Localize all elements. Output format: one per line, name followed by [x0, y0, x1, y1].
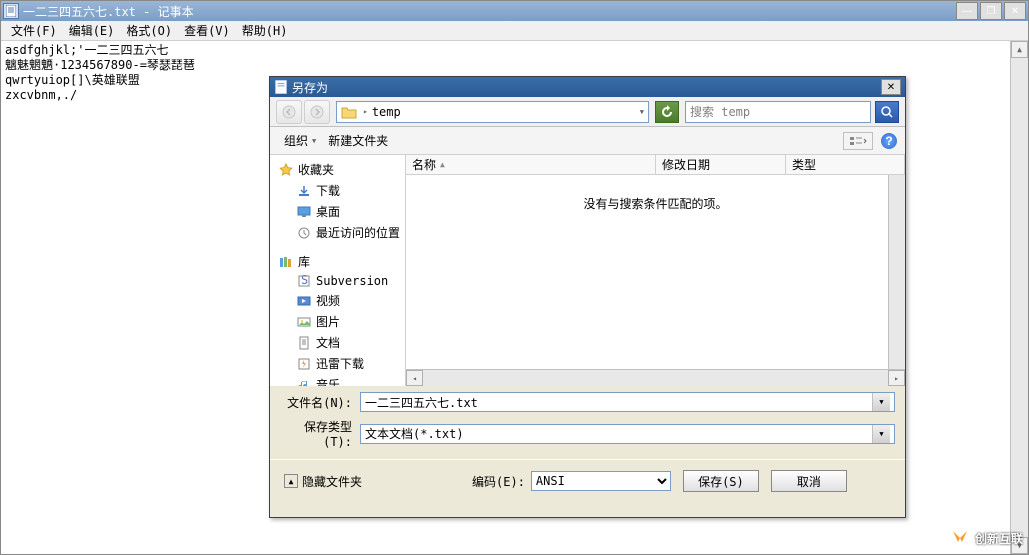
- save-as-dialog: 另存为 ✕ ▸ temp ▼ 搜索 temp 组织▼ 新建文件夹: [269, 76, 906, 518]
- nav-back-button[interactable]: [276, 100, 302, 124]
- dialog-titlebar[interactable]: 另存为 ✕: [270, 77, 905, 97]
- xunlei-icon: [296, 357, 312, 371]
- filename-dropdown-icon[interactable]: ▼: [872, 393, 890, 411]
- nav-forward-button[interactable]: [304, 100, 330, 124]
- dialog-toolbar: 组织▼ 新建文件夹 ?: [270, 127, 905, 155]
- documents-icon: [296, 336, 312, 350]
- watermark-text: 创新互联: [975, 530, 1023, 547]
- address-bar[interactable]: ▸ temp ▼: [336, 101, 649, 123]
- search-button[interactable]: [875, 101, 899, 123]
- star-icon: [278, 163, 294, 177]
- dialog-close-button[interactable]: ✕: [881, 79, 901, 95]
- hscroll-right[interactable]: ▸: [888, 370, 905, 386]
- vertical-scrollbar[interactable]: ▲ ▼: [1010, 41, 1028, 554]
- notepad-icon: [274, 80, 288, 94]
- video-icon: [296, 294, 312, 308]
- library-icon: [278, 255, 294, 269]
- tree-favorites[interactable]: 收藏夹: [270, 159, 405, 180]
- tree-item-downloads[interactable]: 下载: [270, 180, 405, 201]
- tree-library[interactable]: 库: [270, 251, 405, 272]
- hscroll-left[interactable]: ◂: [406, 370, 423, 386]
- view-options-button[interactable]: [843, 132, 873, 150]
- notepad-icon: [3, 3, 19, 19]
- tree-item-desktop[interactable]: 桌面: [270, 201, 405, 222]
- menu-help[interactable]: 帮助(H): [236, 20, 294, 41]
- filetype-select[interactable]: 文本文档(*.txt) ▼: [360, 424, 895, 444]
- maximize-button[interactable]: ❐: [980, 2, 1002, 20]
- tree-item-subversion[interactable]: SSubversion: [270, 272, 405, 290]
- file-list-vscroll[interactable]: [888, 175, 905, 369]
- notepad-title: 一二三四五六七.txt - 记事本: [23, 3, 194, 20]
- encoding-label: 编码(E):: [472, 473, 525, 490]
- download-icon: [296, 184, 312, 198]
- col-name[interactable]: 名称▲: [406, 155, 656, 174]
- notepad-titlebar[interactable]: 一二三四五六七.txt - 记事本 — ❐ ✕: [1, 1, 1028, 21]
- dialog-nav: ▸ temp ▼ 搜索 temp: [270, 97, 905, 127]
- menu-format[interactable]: 格式(O): [120, 20, 178, 41]
- file-list-hscroll[interactable]: ◂ ▸: [406, 369, 905, 386]
- path-text: temp: [372, 105, 401, 119]
- filename-label: 文件名(N):: [280, 394, 360, 411]
- menu-view[interactable]: 查看(V): [178, 20, 236, 41]
- pictures-icon: [296, 315, 312, 329]
- notepad-menubar: 文件(F) 编辑(E) 格式(O) 查看(V) 帮助(H): [1, 21, 1028, 41]
- tree-item-video[interactable]: 视频: [270, 290, 405, 311]
- path-dropdown-icon[interactable]: ▼: [640, 108, 644, 116]
- tree-item-pictures[interactable]: 图片: [270, 311, 405, 332]
- path-sep: ▸: [363, 107, 368, 116]
- organize-button[interactable]: 组织▼: [278, 130, 322, 151]
- subversion-icon: S: [296, 274, 312, 288]
- menu-file[interactable]: 文件(F): [5, 20, 63, 41]
- menu-edit[interactable]: 编辑(E): [63, 20, 121, 41]
- watermark: 创新互联: [949, 527, 1023, 549]
- close-button[interactable]: ✕: [1004, 2, 1026, 20]
- music-icon: [296, 378, 312, 387]
- help-button[interactable]: ?: [881, 133, 897, 149]
- search-input[interactable]: 搜索 temp: [685, 101, 871, 123]
- col-type[interactable]: 类型: [786, 155, 905, 174]
- tree-item-xunlei[interactable]: 迅雷下载: [270, 353, 405, 374]
- tree-item-music[interactable]: 音乐: [270, 374, 405, 386]
- file-list: 名称▲ 修改日期 类型 没有与搜索条件匹配的项。 ◂ ▸: [406, 155, 905, 386]
- tree-item-recent[interactable]: 最近访问的位置: [270, 222, 405, 243]
- filetype-dropdown-icon[interactable]: ▼: [872, 425, 890, 443]
- svg-text:S: S: [301, 274, 308, 287]
- dialog-title: 另存为: [292, 79, 328, 96]
- filename-input[interactable]: 一二三四五六七.txt ▼: [360, 392, 895, 412]
- filetype-label: 保存类型(T):: [280, 418, 360, 449]
- col-modified[interactable]: 修改日期: [656, 155, 786, 174]
- minimize-button[interactable]: —: [956, 2, 978, 20]
- encoding-select[interactable]: ANSI: [531, 471, 671, 491]
- hide-folders-link[interactable]: ▲ 隐藏文件夹: [284, 473, 362, 490]
- new-folder-button[interactable]: 新建文件夹: [322, 130, 394, 151]
- search-placeholder: 搜索 temp: [690, 103, 750, 120]
- empty-message: 没有与搜索条件匹配的项。: [406, 175, 905, 369]
- cancel-button[interactable]: 取消: [771, 470, 847, 492]
- nav-tree: 收藏夹 下载 桌面 最近访问的位置 库 SSubversion 视频 图片 文档…: [270, 155, 406, 386]
- chevron-up-icon: ▲: [284, 474, 298, 488]
- watermark-logo-icon: [949, 527, 971, 549]
- file-list-header: 名称▲ 修改日期 类型: [406, 155, 905, 175]
- scroll-up-button[interactable]: ▲: [1011, 41, 1028, 58]
- save-button[interactable]: 保存(S): [683, 470, 759, 492]
- recent-icon: [296, 226, 312, 240]
- folder-icon: [341, 105, 357, 119]
- tree-item-documents[interactable]: 文档: [270, 332, 405, 353]
- refresh-button[interactable]: [655, 101, 679, 123]
- desktop-icon: [296, 205, 312, 219]
